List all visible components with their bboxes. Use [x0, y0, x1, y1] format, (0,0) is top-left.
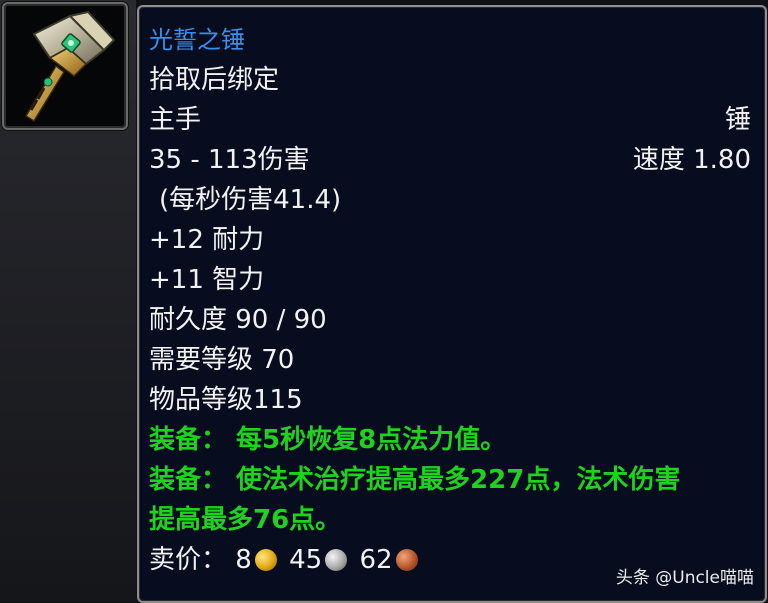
- required-level-text: 需要等级 70: [149, 345, 295, 375]
- copper-coin-icon: [395, 549, 418, 571]
- stat-intellect: +11 智力: [149, 265, 265, 295]
- equip-effect-healing-cont: 提高最多76点。: [149, 505, 342, 535]
- damage-row: 35 - 113伤害 速度 1.80: [149, 141, 751, 179]
- durability-text: 耐久度 90 / 90: [149, 305, 327, 335]
- silver-amount: 45: [289, 545, 323, 575]
- watermark: 头条 @Uncle喵喵: [615, 568, 754, 588]
- item-level-text: 物品等级115: [149, 385, 303, 415]
- slot-text: 主手: [149, 105, 202, 135]
- damage-text: 35 - 113伤害: [149, 145, 310, 175]
- binding-text: 拾取后绑定: [149, 65, 280, 95]
- equip-effect-mana: 装备： 每5秒恢复8点法力值。: [149, 425, 507, 455]
- item-tooltip: 光誓之锤 拾取后绑定 主手 锤 35 - 113伤害 速度 1.80 (每秒伤害…: [137, 5, 767, 603]
- gold-coin-icon: [254, 549, 277, 571]
- copper-amount: 62: [359, 545, 393, 575]
- item-name[interactable]: 光誓之锤: [149, 21, 751, 59]
- dps-text: (每秒伤害41.4): [159, 185, 342, 215]
- equip-effect-healing: 装备： 使法术治疗提高最多227点，法术伤害: [149, 465, 681, 495]
- item-icon-slot[interactable]: [2, 2, 128, 130]
- silver-coin-icon: [325, 549, 348, 571]
- hammer-icon: [24, 10, 116, 123]
- slot-row: 主手 锤: [149, 101, 751, 139]
- weapon-type-text: 锤: [724, 105, 751, 135]
- gold-amount: 8: [235, 545, 252, 575]
- sell-price-label: 卖价：: [149, 545, 228, 575]
- speed-text: 速度 1.80: [632, 145, 751, 175]
- stat-stamina: +12 耐力: [149, 225, 265, 255]
